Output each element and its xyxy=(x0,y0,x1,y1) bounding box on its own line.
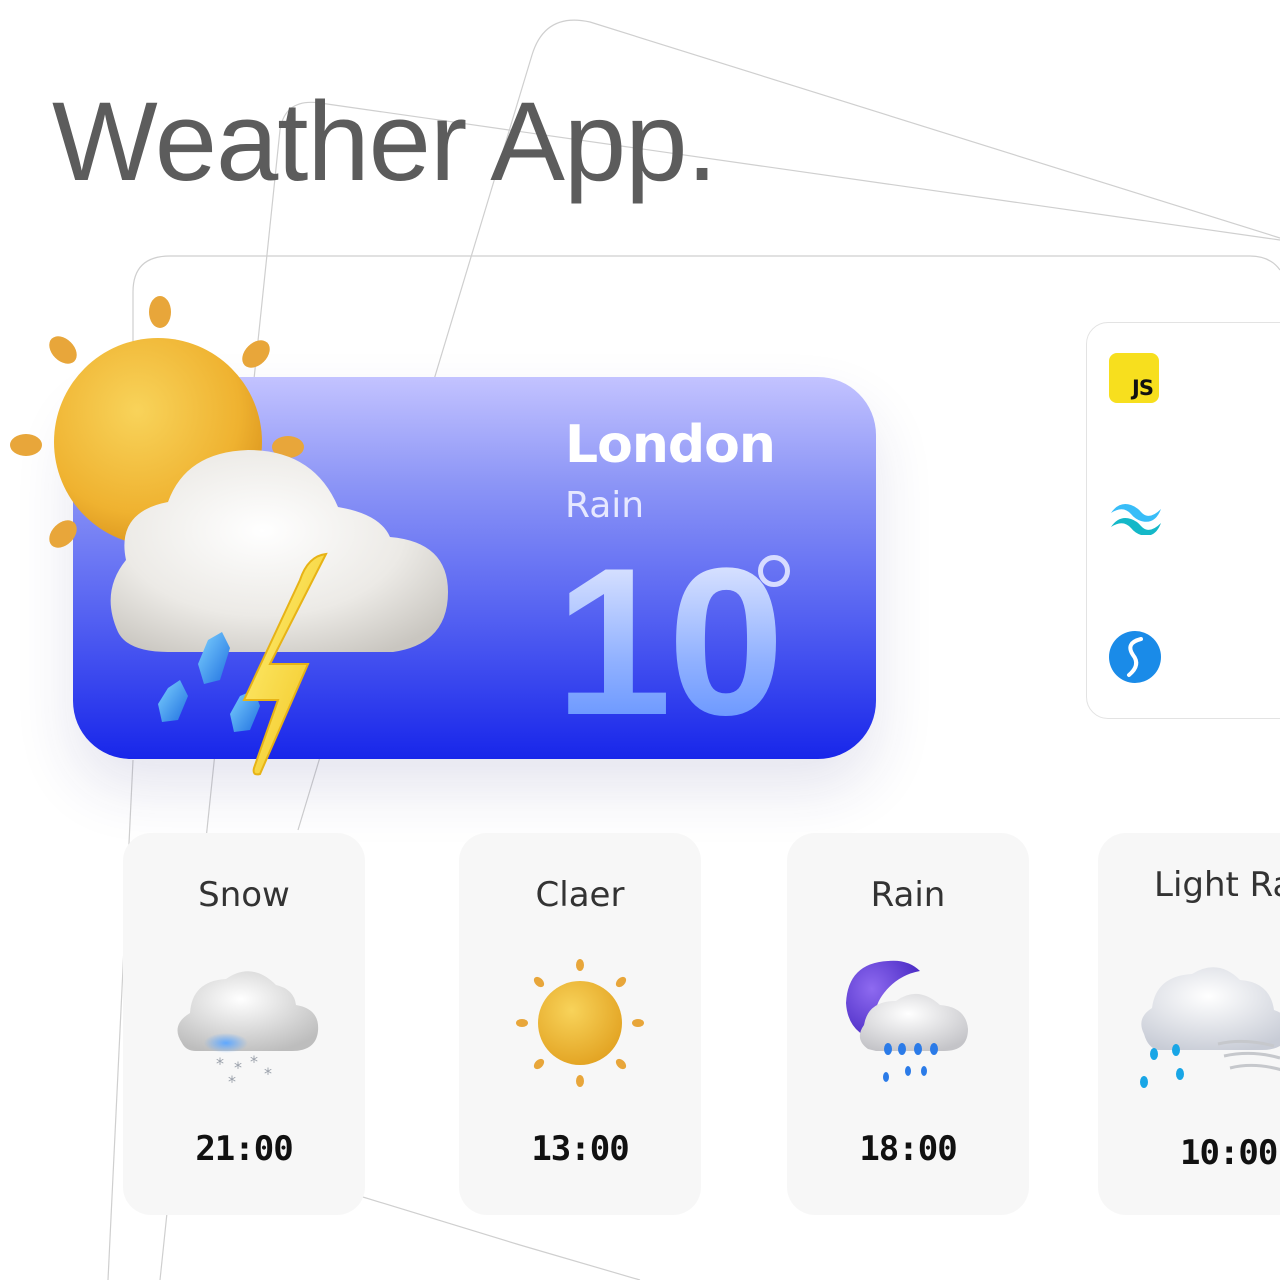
javascript-logo-label: JS xyxy=(1132,376,1154,400)
forecast-label: Rain xyxy=(870,875,946,915)
snow-cloud-icon: * * * * * xyxy=(177,971,319,1091)
forecast-label: Snow xyxy=(198,875,290,915)
tech-stack-panel: JS xyxy=(1086,322,1280,719)
city-name: London xyxy=(565,415,776,475)
sun-icon xyxy=(516,959,644,1087)
forecast-card-clear[interactable]: Claer 13:00 xyxy=(459,833,701,1215)
forecast-label: Claer xyxy=(535,875,625,915)
svg-text:*: * xyxy=(216,1054,224,1073)
light-rain-wind-icon xyxy=(1140,967,1280,1088)
degree-symbol xyxy=(758,555,790,587)
temperature-value: 10 xyxy=(555,524,785,759)
forecast-time: 10:00 xyxy=(1180,1133,1278,1173)
stylus-logo xyxy=(1109,631,1161,683)
svg-text:*: * xyxy=(228,1072,236,1091)
forecast-time: 18:00 xyxy=(859,1129,957,1169)
page-title: Weather App. xyxy=(52,79,718,204)
forecast-time: 21:00 xyxy=(195,1129,293,1169)
forecast-time: 13:00 xyxy=(531,1129,629,1169)
svg-text:*: * xyxy=(250,1052,258,1071)
forecast-card-light-rain[interactable]: Light Ra 10:00 xyxy=(1098,833,1280,1215)
tailwind-logo xyxy=(1111,504,1161,535)
weather-condition: Rain xyxy=(565,485,645,526)
forecast-card-rain[interactable]: Rain 18:00 xyxy=(787,833,1029,1215)
forecast-card-snow[interactable]: Snow * * * * * 21:00 xyxy=(123,833,365,1215)
forecast-label: Light Ra xyxy=(1154,865,1280,905)
sun-storm-icon xyxy=(10,296,449,776)
moon-rain-icon xyxy=(846,960,968,1082)
svg-text:*: * xyxy=(264,1064,272,1083)
javascript-logo: JS xyxy=(1109,353,1159,403)
